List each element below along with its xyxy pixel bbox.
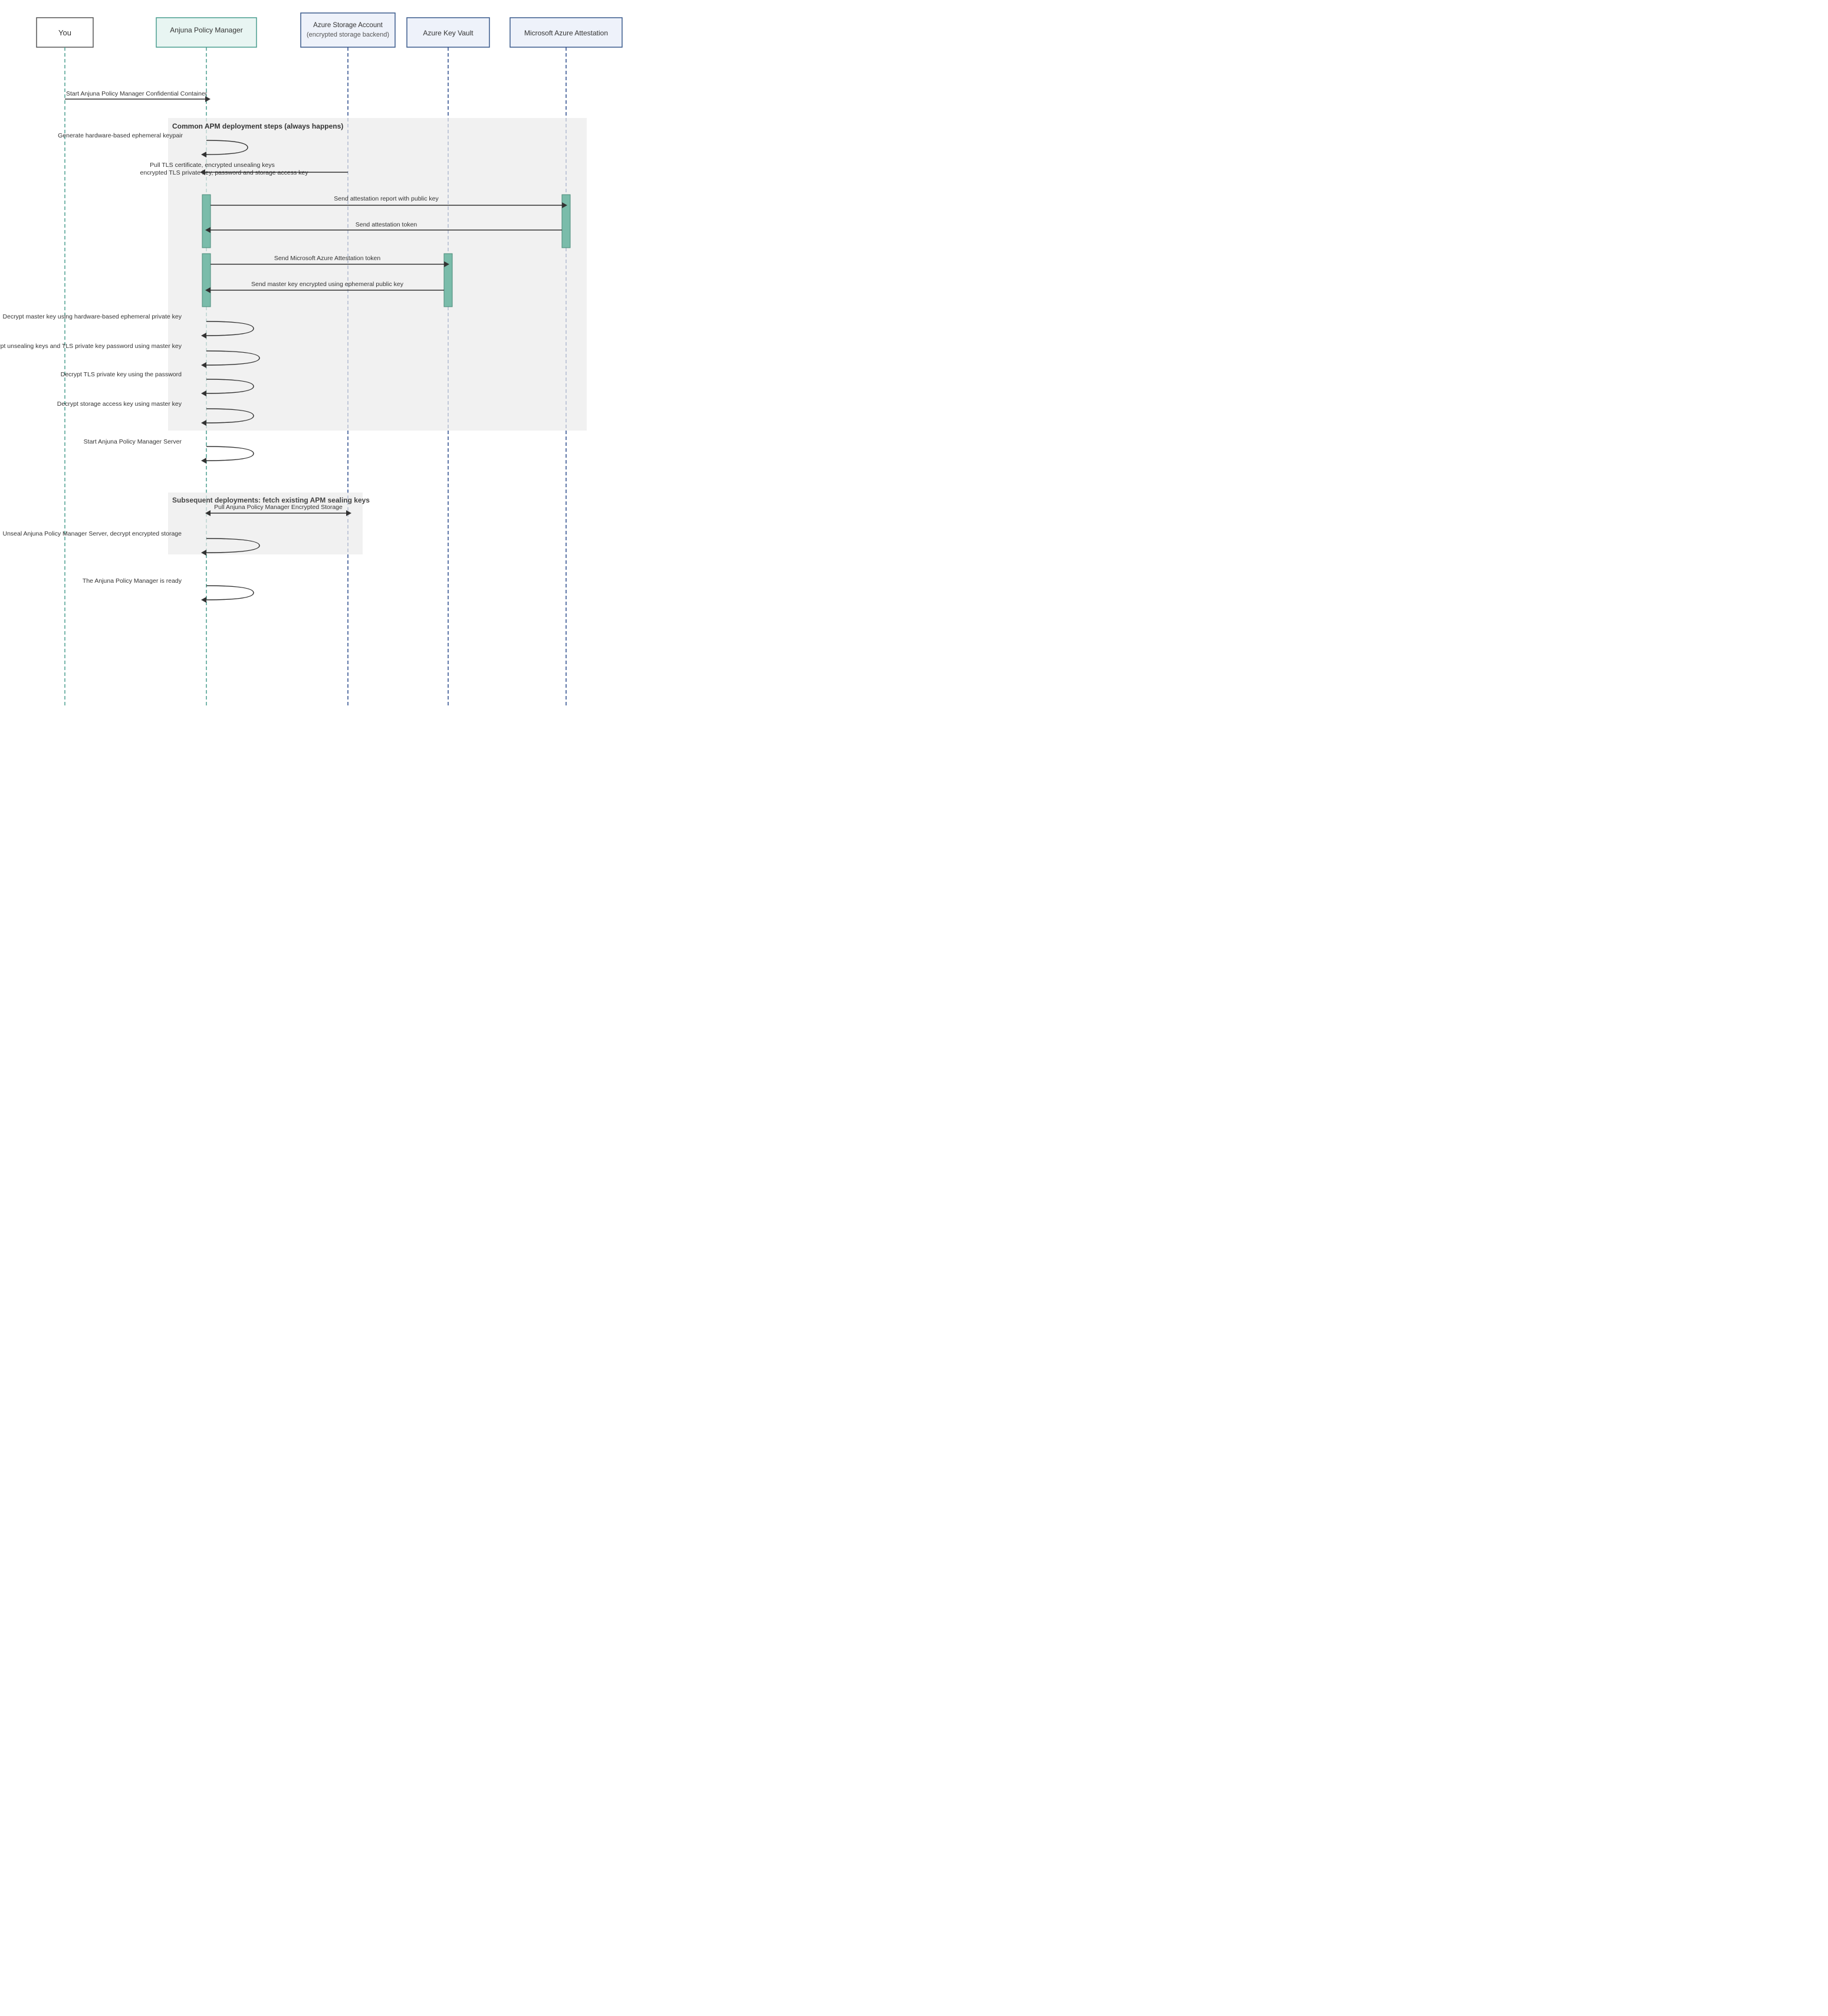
msg12-self-path — [206, 446, 254, 461]
msg3-label1: Pull TLS certificate, encrypted unsealin… — [150, 162, 275, 169]
msg15-label: The Anjuna Policy Manager is ready — [83, 577, 182, 585]
msg13-label: Pull Anjuna Policy Manager Encrypted Sto… — [214, 504, 343, 511]
activation-apm-keyvault — [202, 254, 211, 307]
msg4-label: Send attestation report with public key — [334, 195, 439, 202]
msg1-label: Start Anjuna Policy Manager Confidential… — [66, 90, 208, 97]
msg5-label: Send attestation token — [356, 221, 417, 228]
msg6-label: Send Microsoft Azure Attestation token — [274, 255, 381, 262]
participant-keyvault-label: Azure Key Vault — [423, 29, 474, 37]
msg2-label: Generate hardware-based ephemeral keypai… — [58, 132, 183, 139]
msg12-arrow — [201, 458, 206, 464]
participant-storage-label: Azure Storage Account — [313, 22, 383, 29]
msg7-label: Send master key encrypted using ephemera… — [251, 281, 404, 288]
msg15-arrow — [201, 597, 206, 603]
msg15-self-path — [206, 586, 254, 600]
msg8-label: Decrypt master key using hardware-based … — [3, 313, 182, 320]
msg11-label: Decrypt storage access key using master … — [57, 400, 182, 408]
participant-you-label: You — [58, 28, 71, 37]
participant-attestation-label: Microsoft Azure Attestation — [524, 29, 608, 37]
msg10-label: Decrypt TLS private key using the passwo… — [61, 371, 182, 378]
activation-apm-attestation — [202, 195, 211, 248]
msg9-label: Decrypt unsealing keys and TLS private k… — [0, 343, 182, 350]
activation-keyvault — [444, 254, 452, 307]
sequence-diagram: You Anjuna Policy Manager Azure Storage … — [0, 0, 649, 767]
msg14-label: Unseal Anjuna Policy Manager Server, dec… — [2, 530, 182, 537]
msg3-label2: encrypted TLS private key, password and … — [140, 169, 308, 176]
participant-storage — [301, 13, 395, 47]
section-common-label: Common APM deployment steps (always happ… — [172, 122, 343, 130]
msg12-label: Start Anjuna Policy Manager Server — [84, 438, 182, 445]
diagram-container: You Anjuna Policy Manager Azure Storage … — [0, 0, 649, 767]
participant-apm-label: Anjuna Policy Manager — [170, 26, 242, 34]
section-subsequent-label: Subsequent deployments: fetch existing A… — [172, 496, 370, 504]
activation-attestation — [562, 195, 570, 248]
participant-storage-sublabel: (encrypted storage backend) — [307, 31, 389, 38]
